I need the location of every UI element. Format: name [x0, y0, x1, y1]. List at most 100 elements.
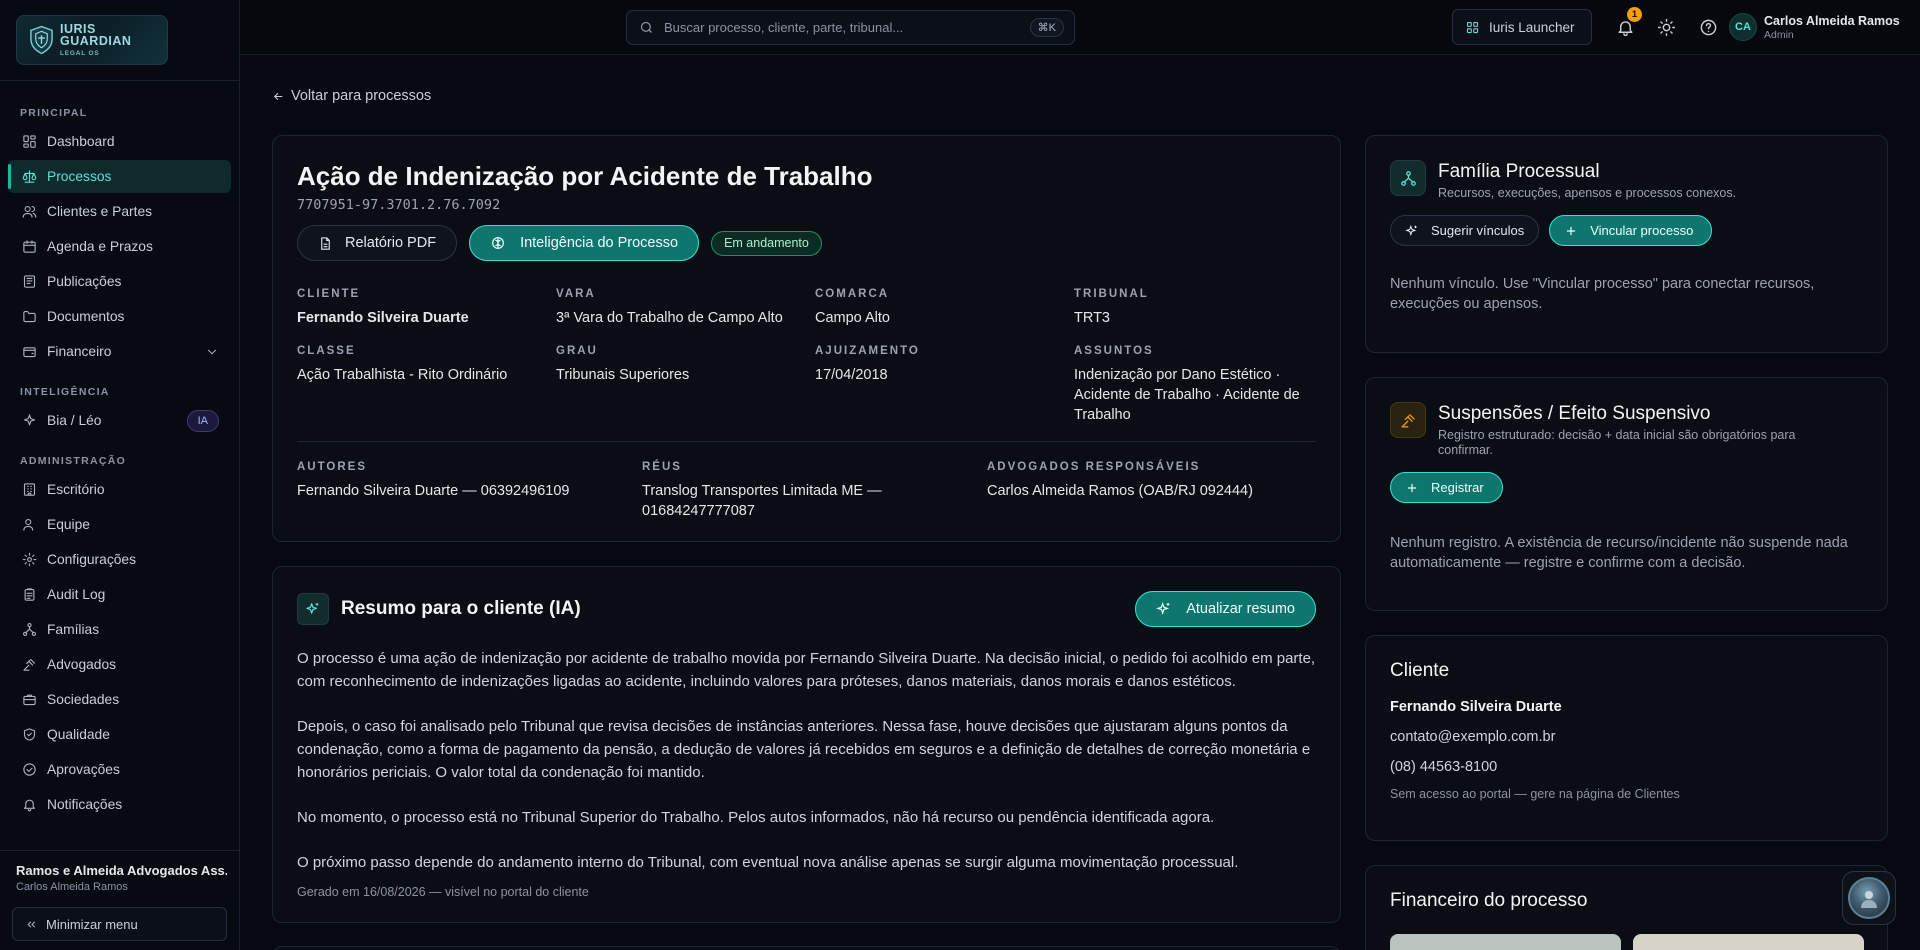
field-assuntos: ASSUNTOS Indenização por Dano Estético ·…: [1074, 344, 1314, 425]
field-grau: GRAU Tribunais Superiores: [556, 344, 815, 425]
process-intelligence-label: Inteligência do Processo: [520, 235, 679, 251]
sidebar-item-audit[interactable]: Audit Log: [8, 578, 231, 611]
logo-area: IURIS GUARDIAN LEGAL OS: [0, 0, 239, 81]
client-name[interactable]: Fernando Silveira Duarte: [1390, 699, 1863, 715]
field-cliente: CLIENTE Fernando Silveira Duarte: [297, 287, 556, 328]
sidebar-item-label: Equipe: [47, 517, 90, 532]
sidebar-item-bia[interactable]: Bia / Léo IA: [8, 404, 231, 437]
pdf-report-label: Relatório PDF: [345, 235, 437, 251]
chevrons-left-icon: [27, 920, 36, 928]
users-icon: [22, 205, 37, 218]
sidebar-item-documentos[interactable]: Documentos: [8, 300, 231, 333]
briefcase-icon: [23, 694, 36, 706]
sidebar-nav: PRINCIPAL Dashboard Processos Clientes e…: [0, 81, 239, 821]
field-ajuizamento: AJUIZAMENTO 17/04/2018: [815, 344, 1074, 425]
user-name[interactable]: Carlos Almeida Ramos: [1764, 14, 1900, 28]
field-tribunal: TRIBUNAL TRT3: [1074, 287, 1314, 328]
assistant-avatar-button[interactable]: [1842, 871, 1896, 925]
suspensions-subtitle: Registro estruturado: decisão + data ini…: [1438, 428, 1796, 457]
client-phone[interactable]: (08) 44563-8100: [1390, 759, 1863, 775]
family-actions: Sugerir vínculos Vincular processo: [1390, 215, 1863, 246]
dashboard-icon: [23, 135, 36, 148]
summary-footer: Gerado em 16/08/2026 — visível no portal…: [297, 885, 589, 899]
gavel-icon: [1390, 402, 1426, 438]
field-label: GRAU: [556, 345, 598, 357]
sidebar-item-familias[interactable]: Famílias: [8, 613, 231, 646]
field-value: 17/04/2018: [815, 367, 888, 383]
client-summary-card: Resumo para o cliente (IA) Atualizar res…: [272, 566, 1341, 923]
help-button[interactable]: [1696, 15, 1720, 39]
sidebar-item-escritorio[interactable]: Escritório: [8, 473, 231, 506]
sidebar-item-financeiro[interactable]: Financeiro: [8, 335, 231, 368]
field-label: VARA: [556, 288, 596, 300]
link-process-button[interactable]: Vincular processo: [1549, 215, 1713, 246]
firm-name: Ramos e Almeida Advogados Ass...: [16, 863, 227, 878]
field-value: Tribunais Superiores: [556, 367, 690, 383]
sidebar-item-label: Audit Log: [47, 587, 106, 602]
sidebar-item-agenda[interactable]: Agenda e Prazos: [8, 230, 231, 263]
client-card: Cliente Fernando Silveira Duarte contato…: [1365, 635, 1888, 841]
bell-icon: [23, 799, 36, 812]
summary-paragraph: O processo é uma ação de indenização por…: [297, 650, 1316, 690]
sidebar-item-clientes[interactable]: Clientes e Partes: [8, 195, 231, 228]
suggest-links-button[interactable]: Sugerir vínculos: [1390, 215, 1540, 246]
back-link-label: Voltar para processos: [291, 88, 432, 104]
sidebar-item-notificacoes[interactable]: Notificações: [8, 788, 231, 821]
sidebar-item-label: Famílias: [47, 622, 100, 637]
client-email[interactable]: contato@exemplo.com.br: [1390, 729, 1863, 745]
summary-paragraph: No momento, o processo está no Tribunal …: [297, 809, 1215, 826]
sidebar-item-label: Qualidade: [47, 727, 110, 742]
sidebar-item-advogados[interactable]: Advogados: [8, 648, 231, 681]
sidebar-item-publicacoes[interactable]: Publicações: [8, 265, 231, 298]
sidebar-item-sociedades[interactable]: Sociedades: [8, 683, 231, 716]
sidebar-item-qualidade[interactable]: Qualidade: [8, 718, 231, 751]
next-card-peek: [272, 946, 1341, 950]
field-value: Carlos Almeida Ramos (OAB/RJ 092444): [987, 483, 1253, 499]
field-value: Campo Alto: [815, 310, 890, 326]
family-empty-state: Nenhum vínculo. Use "Vincular processo" …: [1390, 276, 1815, 312]
sidebar: IURIS GUARDIAN LEGAL OS PRINCIPAL Dashbo…: [0, 0, 240, 950]
sparkles-icon: [1405, 224, 1417, 236]
brain-icon: [492, 237, 504, 249]
process-title: Ação de Indenização por Acidente de Trab…: [297, 161, 873, 191]
sidebar-item-aprovacoes[interactable]: Aprovações: [8, 753, 231, 786]
process-fields: CLIENTE Fernando Silveira Duarte VARA 3ª…: [297, 287, 1316, 425]
iuris-launcher-button[interactable]: Iuris Launcher: [1452, 9, 1592, 45]
field-vara: VARA 3ª Vara do Trabalho de Campo Alto: [556, 287, 815, 328]
minimize-menu-button[interactable]: Minimizar menu: [12, 907, 227, 941]
user-avatar[interactable]: CA: [1729, 13, 1757, 41]
sidebar-item-dashboard[interactable]: Dashboard: [8, 125, 231, 158]
field-label: TRIBUNAL: [1074, 288, 1149, 300]
sidebar-item-configuracoes[interactable]: Configurações: [8, 543, 231, 576]
search-input[interactable]: [664, 20, 1020, 35]
app-logo[interactable]: IURIS GUARDIAN LEGAL OS: [16, 15, 168, 65]
pdf-report-button[interactable]: Relatório PDF: [297, 225, 458, 261]
gavel-icon: [23, 658, 36, 671]
sidebar-item-processos[interactable]: Processos: [8, 160, 231, 193]
suspensions-title: Suspensões / Efeito Suspensivo: [1438, 403, 1711, 424]
process-actions: Relatório PDF Inteligência do Processo E…: [297, 225, 1316, 261]
sidebar-item-label: Sociedades: [47, 692, 120, 707]
scale-icon: [22, 170, 37, 183]
minimize-menu-label: Minimizar menu: [46, 916, 138, 932]
refresh-summary-button[interactable]: Atualizar resumo: [1135, 591, 1316, 627]
plus-icon: [1407, 483, 1417, 492]
status-badge: Em andamento: [711, 230, 822, 256]
sidebar-item-equipe[interactable]: Equipe: [8, 508, 231, 541]
file-text-icon: [321, 236, 330, 250]
launcher-label: Iuris Launcher: [1489, 19, 1575, 35]
process-number: 7707951-97.3701.2.76.7092: [297, 197, 501, 213]
search-bar[interactable]: ⌘K: [626, 10, 1075, 45]
shield-check-icon: [23, 728, 36, 741]
section-principal: PRINCIPAL: [20, 107, 88, 119]
process-details-card: Ação de Indenização por Acidente de Trab…: [272, 135, 1341, 542]
process-intelligence-button[interactable]: Inteligência do Processo: [469, 225, 700, 261]
back-to-processes-link[interactable]: Voltar para processos: [272, 88, 431, 104]
field-label: AUTORES: [297, 461, 368, 473]
theme-toggle-button[interactable]: [1654, 15, 1678, 39]
summary-paragraph: O próximo passo depende do andamento int…: [297, 854, 1239, 871]
notifications-button[interactable]: 1: [1613, 7, 1642, 39]
suspensions-actions: Registrar: [1390, 472, 1863, 503]
register-suspension-button[interactable]: Registrar: [1390, 472, 1503, 503]
summary-header: Resumo para o cliente (IA) Atualizar res…: [297, 591, 1316, 627]
